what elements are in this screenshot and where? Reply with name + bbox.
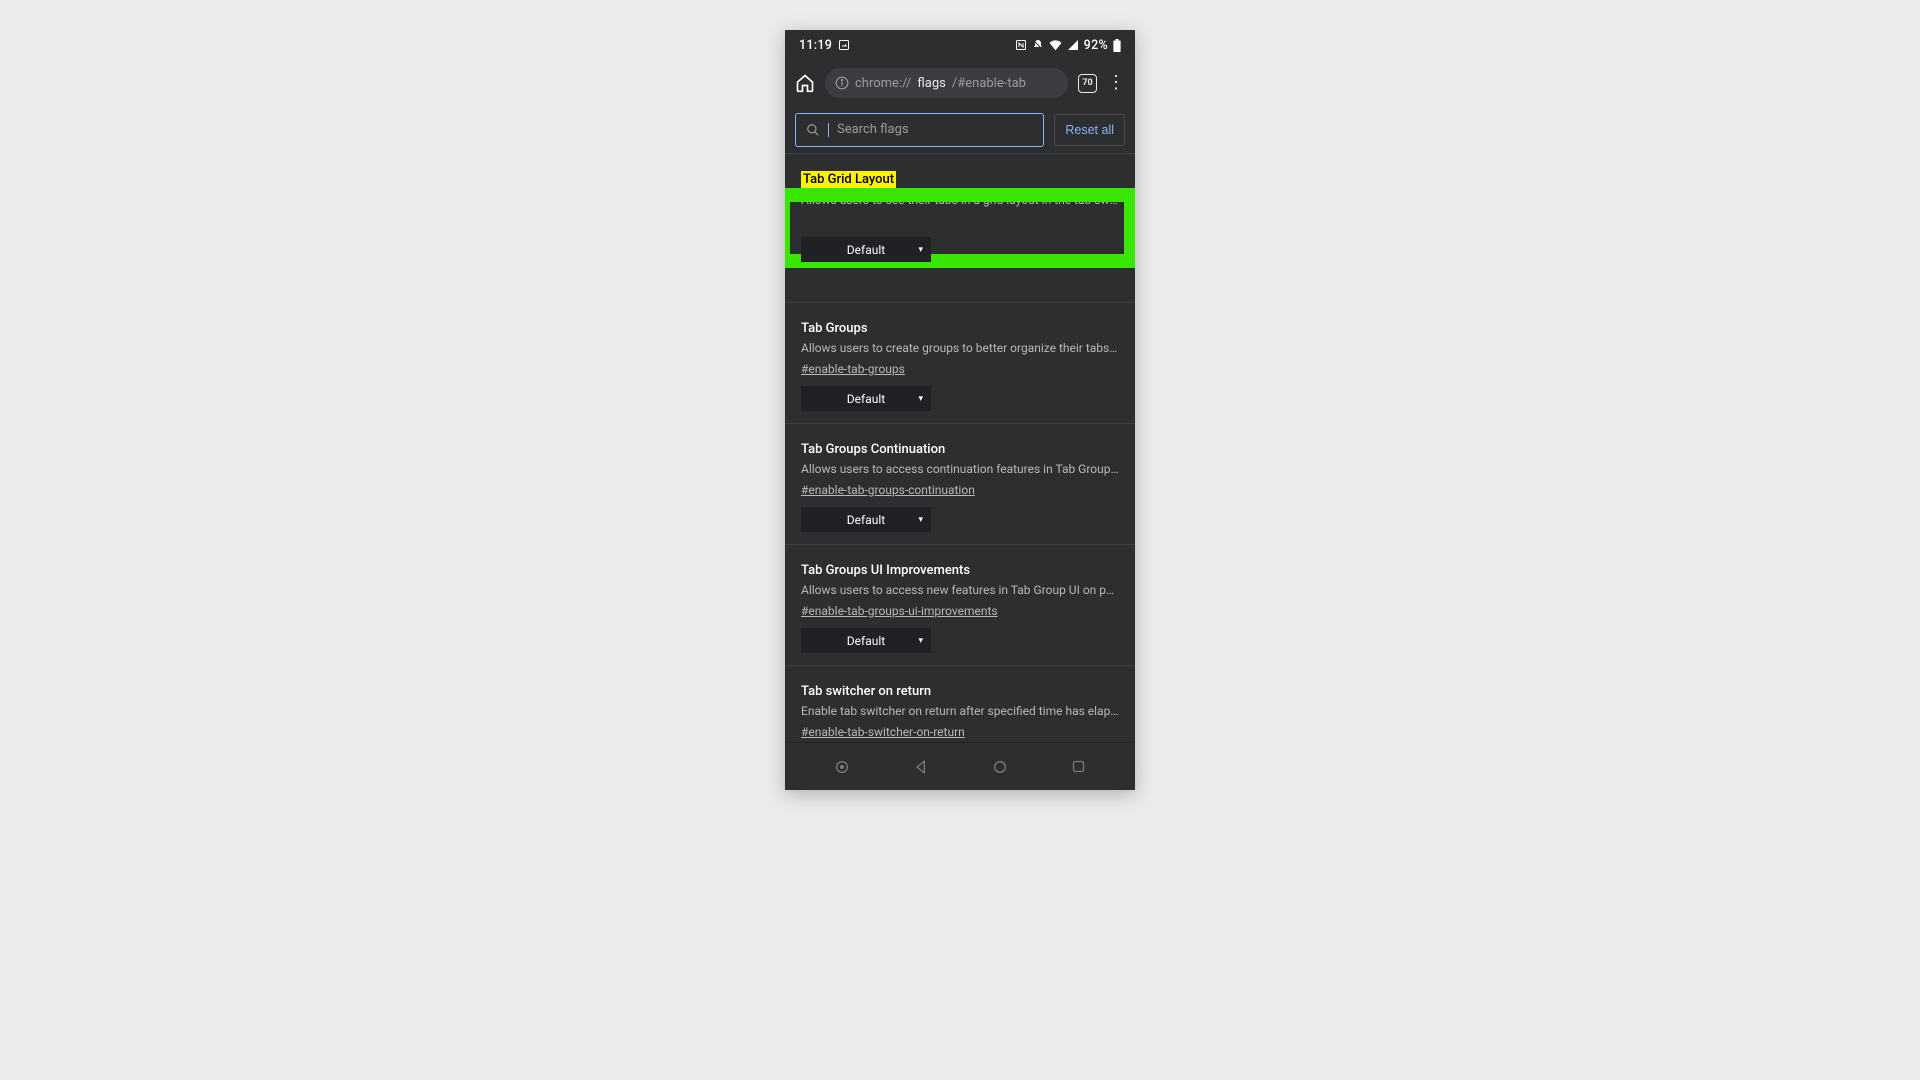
status-bar: 11:19 92% [785,30,1135,60]
battery-percent: 92% [1084,38,1108,53]
url-prefix: chrome:// [855,76,911,91]
nav-back-icon[interactable] [913,759,929,775]
search-icon [806,123,820,137]
flag-description: Allows users to access new features in T… [801,583,1119,597]
signal-icon [1067,39,1079,51]
address-bar[interactable]: chrome:// flags /#enable-tab [825,68,1068,98]
image-icon [838,39,850,51]
search-input[interactable]: Search flags [795,113,1044,147]
home-icon[interactable] [795,73,815,93]
tab-count-badge[interactable]: 70 [1078,74,1097,93]
flag-description: Allows users to access continuation feat… [801,462,1119,476]
search-placeholder: Search flags [837,122,909,137]
flag-select[interactable]: Default [801,237,931,262]
flag-select[interactable]: Default [801,628,931,653]
nav-overview-icon[interactable] [1071,759,1086,774]
url-suffix: /#enable-tab [952,76,1026,91]
flag-anchor-link[interactable]: #enable-tab-switcher-on-return [801,725,965,739]
flag-item: Tab Groups UI Improvements Allows users … [785,545,1135,666]
wifi-icon [1049,39,1062,51]
phone-frame: 11:19 92% [785,30,1135,790]
flags-search-row: Search flags Reset all [785,106,1135,154]
flag-item: Tab Groups Allows users to create groups… [785,303,1135,424]
flag-description: Allows users to create groups to better … [801,341,1119,355]
flag-description: Allows users to see their tabs in a grid… [801,193,1119,207]
flag-select[interactable]: Default [801,507,931,532]
flag-title: Tab Groups UI Improvements [801,563,970,578]
flag-item: Tab switcher on return Enable tab switch… [785,666,1135,742]
notifications-off-icon [1032,39,1044,51]
flag-description: Enable tab switcher on return after spec… [801,704,1119,718]
reset-all-button[interactable]: Reset all [1054,114,1125,146]
flag-select[interactable]: Default [801,386,931,411]
flag-anchor-link[interactable]: #enable-tab-groups-ui-improvements [801,604,998,618]
nav-home-icon[interactable] [992,759,1008,775]
nav-recent-icon[interactable] [834,759,850,775]
flag-title: Tab Groups [801,321,868,336]
url-bold: flags [917,76,945,91]
flag-title: Tab Grid Layout [801,171,896,188]
flag-anchor-link[interactable]: #enable-tab-groups-continuation [801,483,975,497]
menu-icon[interactable]: ⋮ [1107,74,1125,92]
flag-anchor-link[interactable]: #enable-tab-groups [801,362,905,376]
flags-list[interactable]: Tab Grid Layout Allows users to see thei… [785,154,1135,742]
flag-item: Tab Grid Layout Allows users to see thei… [785,154,1135,303]
flag-item: Tab Groups Continuation Allows users to … [785,424,1135,545]
nfc-icon [1015,39,1027,51]
android-nav-bar [785,742,1135,790]
flag-title: Tab switcher on return [801,684,931,699]
info-icon [835,76,849,90]
status-time: 11:19 [799,38,832,53]
flag-title: Tab Groups Continuation [801,442,945,457]
browser-toolbar: chrome:// flags /#enable-tab 70 ⋮ [785,60,1135,106]
battery-icon [1113,39,1121,52]
